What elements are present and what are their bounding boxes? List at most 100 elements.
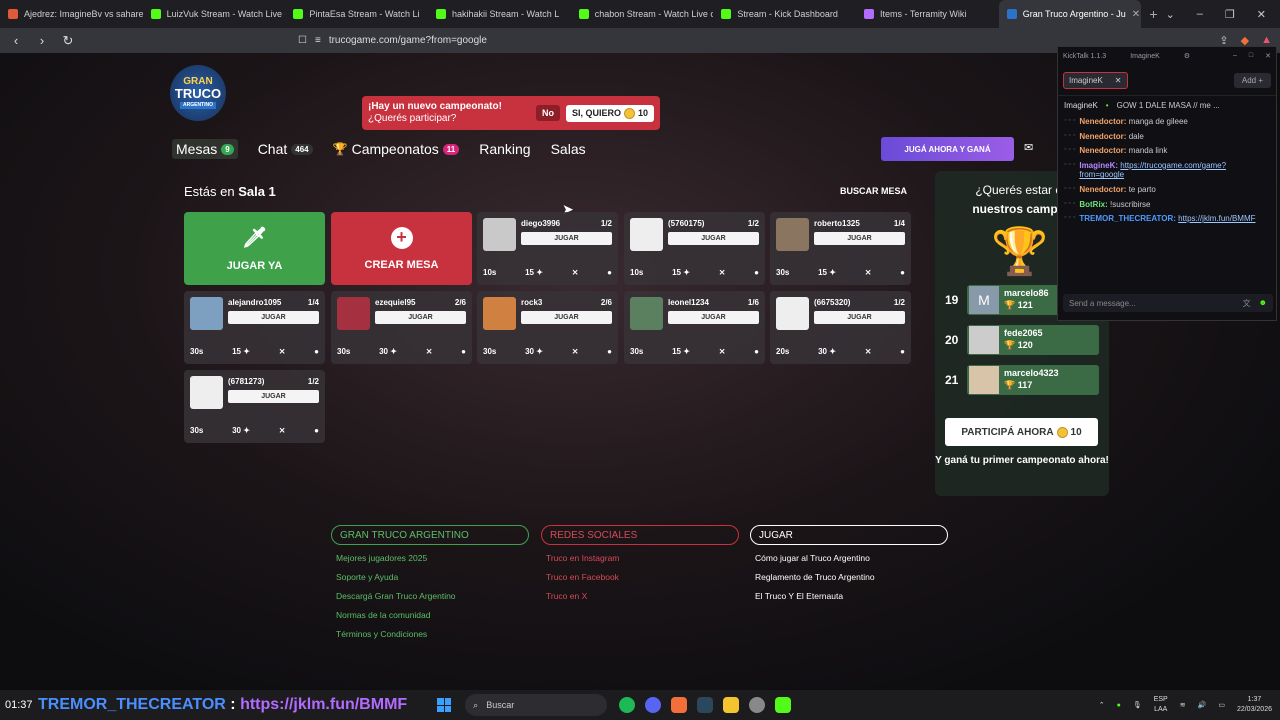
kicktalk-channel-chip[interactable]: ImagineK ✕ (1063, 71, 1128, 89)
nav-ranking[interactable]: Ranking (479, 141, 530, 157)
ranking-row[interactable]: 21 marcelo4323 🏆 117 (945, 364, 1099, 396)
gran-truco-logo[interactable]: GRAN TRUCO ARGENTINO (170, 65, 226, 121)
chat-username[interactable]: Nenedoctor: (1079, 117, 1126, 126)
close-icon[interactable]: ✕ (1265, 52, 1271, 60)
footer-link[interactable]: Soporte y Ayuda (331, 572, 529, 583)
no-flor-icon: ⨯ (864, 268, 872, 277)
wifi-icon[interactable]: ≋ (1180, 701, 1186, 709)
bookmark-icon[interactable]: ☐ (298, 35, 307, 46)
mesa-jugar-button[interactable]: JUGAR (375, 311, 466, 324)
discord-icon[interactable] (645, 697, 662, 713)
mesa-jugar-button[interactable]: JUGAR (814, 232, 905, 245)
footer-link[interactable]: Truco en X (541, 591, 739, 602)
browser-tab[interactable]: Gran Truco Argentino - Ju ✕ (998, 0, 1142, 28)
kicktalk-add-button[interactable]: Add + (1233, 72, 1271, 88)
brave-icon[interactable] (671, 697, 688, 713)
language-indicator[interactable]: ESP LAA (1154, 695, 1168, 715)
chat-username[interactable]: Nenedoctor: (1079, 185, 1126, 194)
kick-icon[interactable] (775, 697, 792, 713)
taskbar-search[interactable]: ⌕ Buscar (465, 694, 608, 716)
mod-actions-icon[interactable]: ▫ ▫ ▫ (1064, 185, 1075, 195)
jugar-ya-button[interactable]: 🗡 JUGAR YA (184, 212, 325, 285)
crear-mesa-button[interactable]: + CREAR MESA (331, 212, 472, 285)
forward-icon[interactable]: › (34, 33, 50, 48)
maximize-icon[interactable]: ❐ (1225, 8, 1235, 21)
chat-username[interactable]: Nenedoctor: (1079, 132, 1126, 141)
nav-salas[interactable]: Salas (551, 141, 586, 157)
mesa-time: 30s (776, 268, 790, 277)
chat-username[interactable]: BotRix: (1079, 200, 1107, 209)
mod-actions-icon[interactable]: ▫ ▫ ▫ (1064, 132, 1075, 142)
message-input[interactable]: Send a message... 文 ☻ (1063, 294, 1273, 312)
new-tab-icon[interactable]: + (1141, 6, 1165, 22)
maximize-icon[interactable]: □ (1249, 52, 1253, 60)
gear-icon[interactable]: ⚙ (1184, 52, 1190, 60)
participa-ahora-button[interactable]: PARTICIPÁ AHORA 10 (945, 418, 1098, 446)
mic-icon[interactable]: 🎙 (1133, 701, 1142, 709)
chat-text[interactable]: https://jklm.fun/BMMF (1178, 214, 1255, 223)
browser-tab[interactable]: PintaEsa Stream - Watch Li (285, 0, 428, 28)
ranking-row[interactable]: 20 fede2065 🏆 120 (945, 324, 1099, 356)
minimize-icon[interactable]: – (1233, 52, 1237, 60)
juga-ahora-button[interactable]: JUGÁ AHORA Y GANÁ (881, 137, 1014, 161)
mesa-jugar-button[interactable]: JUGAR (228, 311, 319, 324)
chat-username[interactable]: TREMOR_THECREATOR: (1079, 214, 1176, 223)
site-info-icon[interactable]: ≡ (315, 35, 321, 46)
chip-close-icon[interactable]: ✕ (1115, 76, 1122, 85)
footer-link[interactable]: Mejores jugadores 2025 (331, 553, 529, 564)
spotify-icon[interactable] (619, 697, 636, 713)
nav-chat[interactable]: Chat 464 (258, 141, 313, 157)
file-explorer-icon[interactable] (723, 697, 740, 713)
back-icon[interactable]: ‹ (8, 33, 24, 48)
translate-icon[interactable]: 文 (1243, 298, 1251, 309)
footer-link[interactable]: Descargá Gran Truco Argentino (331, 591, 529, 602)
minimize-icon[interactable]: – (1197, 8, 1203, 21)
windows-start-icon[interactable] (437, 698, 452, 712)
mesa-jugar-button[interactable]: JUGAR (521, 311, 612, 324)
mesa-jugar-button[interactable]: JUGAR (668, 311, 759, 324)
steam-icon[interactable] (697, 697, 714, 713)
mail-icon[interactable]: ✉ (1024, 141, 1033, 154)
browser-tab[interactable]: Ajedrez: ImagineBv vs sahareh (0, 0, 143, 28)
browser-tab[interactable]: Items - Terramity Wiki (856, 0, 999, 28)
nav-mesas[interactable]: Mesas 9 (172, 139, 238, 159)
nav-campeonatos[interactable]: 🏆 Campeonatos 11 (333, 141, 460, 157)
mesa-jugar-button[interactable]: JUGAR (668, 232, 759, 245)
banner-yes-button[interactable]: SI, QUIERO 10 (565, 104, 654, 122)
footer-link[interactable]: Truco en Facebook (541, 572, 739, 583)
banner-no-button[interactable]: No (535, 105, 560, 121)
mesa-jugar-button[interactable]: JUGAR (228, 390, 319, 403)
tray-app-icon[interactable]: ● (1117, 702, 1121, 709)
footer-link[interactable]: El Truco Y El Eternauta (750, 591, 948, 602)
footer-link[interactable]: Cómo jugar al Truco Argentino (750, 553, 948, 564)
chat-username[interactable]: Nenedoctor: (1079, 146, 1126, 155)
browser-tab[interactable]: hakihakii Stream - Watch L (428, 0, 571, 28)
volume-icon[interactable]: 🔊 (1198, 701, 1207, 709)
buscar-mesa-button[interactable]: BUSCAR MESA (840, 186, 907, 196)
mod-actions-icon[interactable]: ▫ ▫ ▫ (1064, 161, 1075, 180)
taskbar-clock[interactable]: 1:37 22/03/2026 (1237, 695, 1272, 715)
emote-icon[interactable]: ☻ (1259, 298, 1267, 309)
tab-close-icon[interactable]: ✕ (1132, 9, 1140, 20)
chevron-down-icon[interactable]: ⌄ (1166, 8, 1175, 21)
reload-icon[interactable]: ↻ (60, 33, 76, 49)
browser-tab[interactable]: LuizVuk Stream - Watch Live o (143, 0, 285, 28)
footer-link[interactable]: Truco en Instagram (541, 553, 739, 564)
mesa-jugar-button[interactable]: JUGAR (814, 311, 905, 324)
footer-link[interactable]: Reglamento de Truco Argentino (750, 572, 948, 583)
browser-tab[interactable]: chabon Stream - Watch Live o (571, 0, 713, 28)
url-text[interactable]: trucogame.com/game?from=google (329, 35, 487, 46)
footer-link[interactable]: Normas de la comunidad (331, 610, 529, 621)
mod-actions-icon[interactable]: ▫ ▫ ▫ (1064, 146, 1075, 156)
tray-chevron-icon[interactable]: ⌃ (1099, 701, 1105, 709)
mod-actions-icon[interactable]: ▫ ▫ ▫ (1064, 200, 1075, 210)
mod-actions-icon[interactable]: ▫ ▫ ▫ (1064, 214, 1075, 224)
footer-link[interactable]: Términos y Condiciones (331, 629, 529, 640)
obs-icon[interactable] (749, 697, 766, 713)
battery-icon[interactable]: ▭ (1218, 701, 1225, 709)
chat-username[interactable]: ImagineK: (1079, 161, 1118, 170)
browser-tab[interactable]: Stream - Kick Dashboard (713, 0, 856, 28)
close-icon[interactable]: ✕ (1257, 8, 1266, 21)
mesa-jugar-button[interactable]: JUGAR (521, 232, 612, 245)
mod-actions-icon[interactable]: ▫ ▫ ▫ (1064, 117, 1075, 127)
